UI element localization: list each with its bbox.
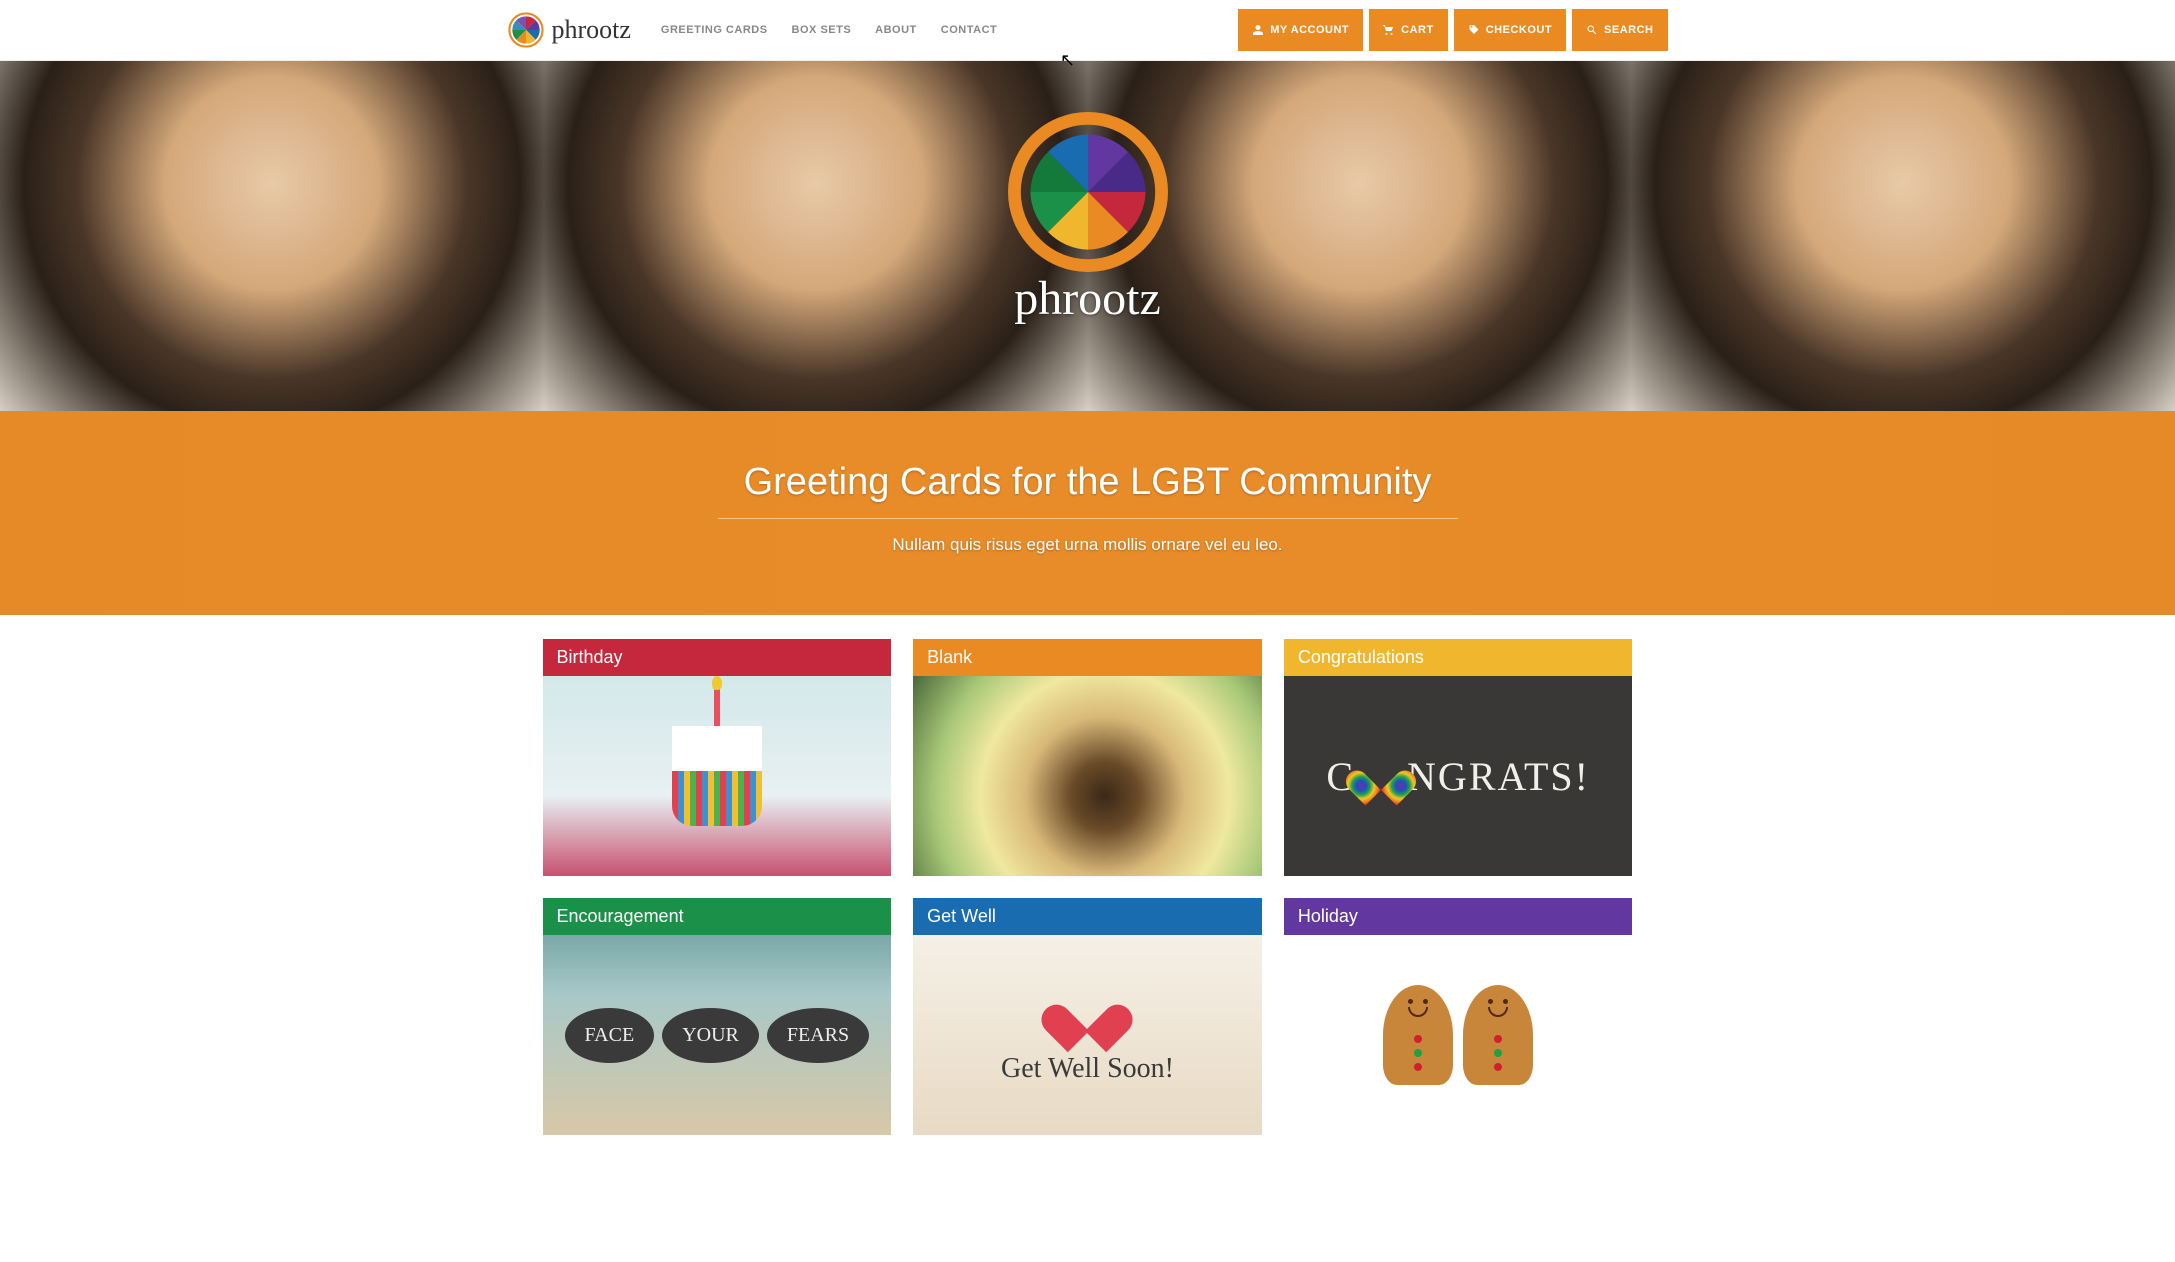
category-label: Birthday	[543, 639, 892, 676]
category-image: CNGRATS!	[1284, 676, 1633, 876]
category-holiday[interactable]: Holiday	[1284, 898, 1633, 1135]
category-get-well[interactable]: Get Well Get Well Soon!	[913, 898, 1262, 1135]
nav-contact[interactable]: CONTACT	[941, 24, 997, 36]
nav-box-sets[interactable]: BOX SETS	[792, 24, 852, 36]
cart-label: CART	[1401, 24, 1434, 36]
gingerbread-icon	[1383, 985, 1453, 1085]
cart-icon	[1383, 24, 1395, 36]
cupcake-icon	[672, 726, 762, 826]
search-button[interactable]: SEARCH	[1572, 9, 1667, 51]
category-label: Get Well	[913, 898, 1262, 935]
getwell-text: Get Well Soon!	[1001, 1053, 1174, 1085]
category-grid: Birthday Blank Congratulations CNGRATS! …	[533, 639, 1643, 1175]
logo-icon	[508, 12, 544, 48]
stone-word: FACE	[565, 1008, 655, 1063]
hero-banner: phrootz	[0, 61, 2175, 411]
brand-name: phrootz	[552, 15, 631, 45]
banner-divider	[718, 518, 1458, 519]
logo-link[interactable]: phrootz	[508, 12, 631, 48]
my-account-button[interactable]: MY ACCOUNT	[1238, 9, 1363, 51]
category-image	[1284, 935, 1633, 1135]
category-label: Blank	[913, 639, 1262, 676]
heart-icon	[1057, 985, 1117, 1039]
category-label: Holiday	[1284, 898, 1633, 935]
checkout-label: CHECKOUT	[1486, 24, 1552, 36]
stone-word: FEARS	[767, 1008, 869, 1063]
category-image	[913, 676, 1262, 876]
utility-nav: MY ACCOUNT CART CHECKOUT SEARCH	[1238, 9, 1667, 51]
my-account-label: MY ACCOUNT	[1270, 24, 1349, 36]
category-label: Encouragement	[543, 898, 892, 935]
category-label: Congratulations	[1284, 639, 1633, 676]
checkout-button[interactable]: CHECKOUT	[1454, 9, 1566, 51]
search-label: SEARCH	[1604, 24, 1653, 36]
category-encouragement[interactable]: Encouragement FACE YOUR FEARS	[543, 898, 892, 1135]
category-image: FACE YOUR FEARS	[543, 935, 892, 1135]
cart-button[interactable]: CART	[1369, 9, 1448, 51]
stone-word: YOUR	[662, 1008, 759, 1063]
nav-about[interactable]: ABOUT	[875, 24, 917, 36]
search-icon	[1586, 24, 1598, 36]
user-icon	[1252, 24, 1264, 36]
logo-icon-large	[1008, 112, 1168, 272]
congrats-chalk-text: CNGRATS!	[1326, 753, 1590, 800]
tag-icon	[1468, 24, 1480, 36]
primary-nav: GREETING CARDS BOX SETS ABOUT CONTACT	[661, 24, 997, 36]
category-image: Get Well Soon!	[913, 935, 1262, 1135]
category-birthday[interactable]: Birthday	[543, 639, 892, 876]
rainbow-heart-icon	[1359, 756, 1403, 796]
category-blank[interactable]: Blank	[913, 639, 1262, 876]
banner-subtitle: Nullam quis risus eget urna mollis ornar…	[20, 535, 2155, 555]
site-header: phrootz GREETING CARDS BOX SETS ABOUT CO…	[0, 0, 2175, 61]
hero-brand-name: phrootz	[1008, 271, 1168, 326]
category-congratulations[interactable]: Congratulations CNGRATS!	[1284, 639, 1633, 876]
tagline-banner: Greeting Cards for the LGBT Community Nu…	[0, 411, 2175, 615]
hero-logo: phrootz	[1008, 112, 1168, 326]
nav-greeting-cards[interactable]: GREETING CARDS	[661, 24, 768, 36]
gingerbread-icon	[1463, 985, 1533, 1085]
banner-title: Greeting Cards for the LGBT Community	[20, 461, 2155, 504]
category-image	[543, 676, 892, 876]
